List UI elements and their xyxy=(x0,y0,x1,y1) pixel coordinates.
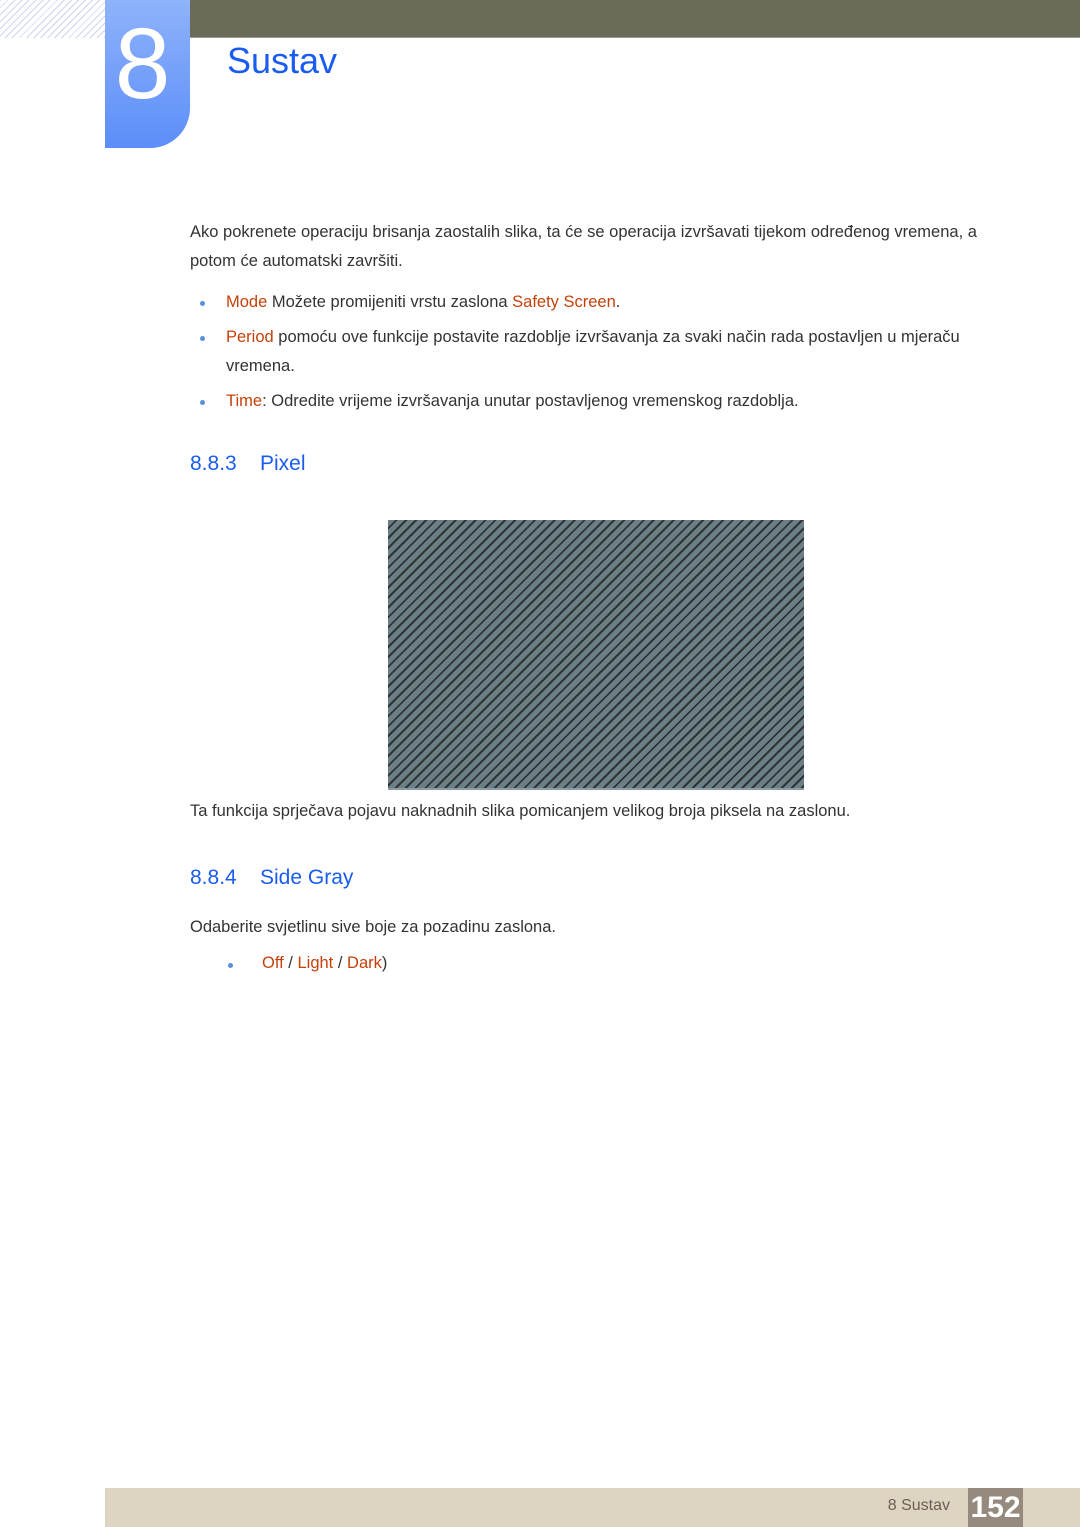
list-item-time: Time: Odredite vrijeme izvršavanja unuta… xyxy=(190,387,1010,416)
intro-section: Ako pokrenete operaciju brisanja zaostal… xyxy=(190,218,1010,422)
page-footer: 8 Sustav 152 xyxy=(105,1488,1080,1527)
term-mode: Mode xyxy=(226,293,268,311)
mode-text: Možete promijeniti vrstu zaslona xyxy=(267,293,513,311)
section-title: Side Gray xyxy=(260,866,354,889)
pixel-description: Ta funkcija sprječava pojavu naknadnih s… xyxy=(190,802,851,820)
option-dark: Dark xyxy=(347,954,382,972)
section-number: 8.8.3 xyxy=(190,452,237,475)
mode-text-end: . xyxy=(615,293,621,311)
option-off: Off xyxy=(262,954,284,972)
chapter-number: 8 xyxy=(114,8,171,120)
closing-paren: ) xyxy=(381,954,388,972)
chapter-badge: 8 xyxy=(105,0,190,148)
term-period: Period xyxy=(226,328,274,346)
page-number: 152 xyxy=(968,1488,1023,1527)
list-item-mode: Mode Možete promijeniti vrstu zaslona Sa… xyxy=(190,288,1010,317)
separator: / xyxy=(283,954,298,972)
time-text: : Odredite vrijeme izvršavanja unutar po… xyxy=(262,392,799,410)
intro-paragraph: Ako pokrenete operaciju brisanja zaostal… xyxy=(190,223,977,270)
side-gray-description: Odaberite svjetlinu sive boje za pozadin… xyxy=(190,918,556,936)
side-gray-options: Off / Light / Dark) xyxy=(228,954,387,973)
term-safety-screen: Safety Screen xyxy=(512,293,616,311)
header-bar xyxy=(190,0,1080,38)
section-title: Pixel xyxy=(260,452,306,475)
option-light: Light xyxy=(297,954,334,972)
section-number: 8.8.4 xyxy=(190,866,237,889)
section-heading-pixel: 8.8.3 Pixel xyxy=(190,452,306,476)
footer-chapter-label: 8 Sustav xyxy=(887,1497,950,1514)
list-item-period: Period pomoću ove funkcije postavite raz… xyxy=(190,323,1010,381)
separator: / xyxy=(333,954,348,972)
term-time: Time xyxy=(226,392,263,410)
period-text: pomoću ove funkcije postavite razdoblje … xyxy=(226,328,960,375)
intro-bullet-list: Mode Možete promijeniti vrstu zaslona Sa… xyxy=(190,288,1010,416)
pixel-pattern-image xyxy=(388,520,804,790)
section-heading-side-gray: 8.8.4 Side Gray xyxy=(190,866,353,890)
chapter-title: Sustav xyxy=(227,40,338,81)
decorative-hatch xyxy=(0,0,105,38)
